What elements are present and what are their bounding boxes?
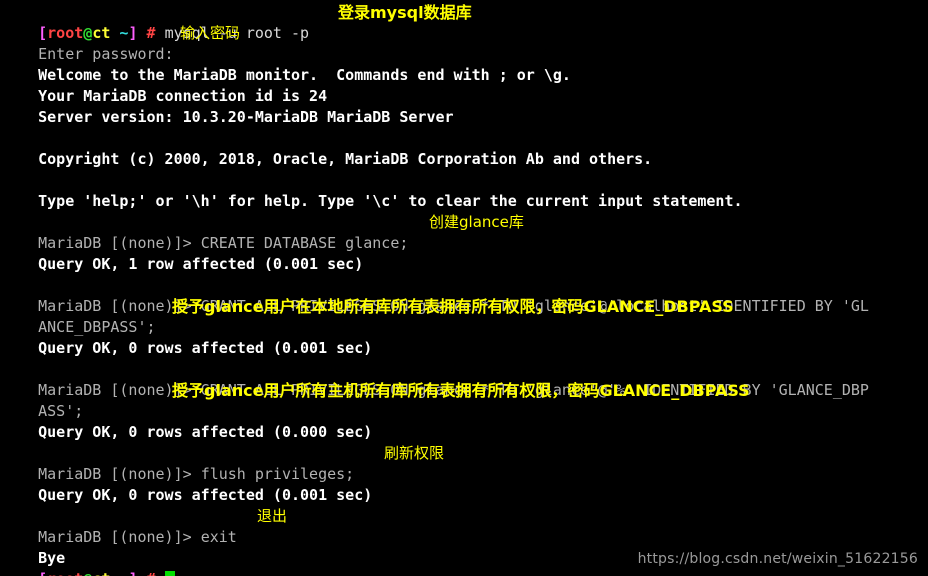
- terminal-line-server-version: Server version: 10.3.20-MariaDB MariaDB …: [2, 86, 928, 126]
- terminal-line-bye: Bye: [2, 527, 928, 567]
- text-cursor[interactable]: [164, 571, 175, 576]
- annotation-flush-privileges: 刷新权限: [384, 444, 445, 462]
- terminal-line-result-grant-localhost: Query OK, 0 rows affected (0.001 sec): [2, 317, 928, 357]
- terminal-blank-6: [2, 422, 928, 443]
- annotation-login-mysql: 登录mysql数据库: [338, 3, 472, 22]
- terminal-window[interactable]: [root@ct ~] # mysql -u root -p 登录mysql数据…: [0, 0, 928, 576]
- terminal-line-welcome: Welcome to the MariaDB monitor. Commands…: [2, 44, 928, 84]
- terminal-line-result-flush: Query OK, 0 rows affected (0.001 sec): [2, 464, 928, 504]
- terminal-line-copyright: Copyright (c) 2000, 2018, Oracle, MariaD…: [2, 128, 928, 168]
- annotation-grant-localhost: 授予glance用户在本地所有库所有表拥有所有权限，密码GLANCE_DBPAS…: [172, 297, 734, 316]
- terminal-line-help-hint: Type 'help;' or '\h' for help. Type '\c'…: [2, 170, 928, 210]
- prompt-user-final: root: [47, 570, 83, 576]
- terminal-blank-1: [2, 107, 928, 128]
- prompt-space-final-2: [156, 570, 165, 576]
- prompt-space-final: [137, 570, 146, 576]
- prompt-host-final: ct: [92, 570, 110, 576]
- terminal-blank-5: [2, 338, 928, 359]
- terminal-line-result-grant-any: Query OK, 0 rows affected (0.000 sec): [2, 401, 928, 441]
- annotation-input-password: 输入密码: [180, 24, 241, 42]
- terminal-line-command-mysql: [root@ct ~] # mysql -u root -p 登录mysql数据…: [2, 2, 928, 42]
- prompt-path-final: ~: [110, 570, 128, 576]
- terminal-line-result-create-database: Query OK, 1 row affected (0.001 sec): [2, 233, 928, 273]
- terminal-line-enter-password: Enter password: 输入密码: [2, 23, 928, 63]
- terminal-blank-4: [2, 254, 928, 275]
- terminal-line-create-database: MariaDB [(none)]> CREATE DATABASE glance…: [2, 212, 928, 252]
- prompt-at-symbol-final: @: [83, 570, 92, 576]
- prompt-open-bracket-final: [: [38, 570, 47, 576]
- terminal-line-grant-localhost-part2: ANCE_DBPASS'; 授予glance用户在本地所有库所有表拥有所有权限，…: [2, 296, 928, 336]
- terminal-line-grant-any-part1: MariaDB [(none)]> GRANT ALL PRIVILEGES O…: [2, 359, 928, 399]
- terminal-line-grant-any-part2: ASS'; 授予glance用户所有主机所有库所有表拥有所有权限，密码GLANC…: [2, 380, 928, 420]
- terminal-blank-3: [2, 191, 928, 212]
- terminal-blank-7: [2, 485, 928, 506]
- annotation-grant-any-host: 授予glance用户所有主机所有库所有表拥有所有权限，密码GLANCE_DBPA…: [172, 381, 750, 400]
- terminal-line-connection-id: Your MariaDB connection id is 24: [2, 65, 928, 105]
- annotation-exit: 退出: [257, 507, 288, 525]
- prompt-hash-final: #: [147, 570, 156, 576]
- terminal-line-grant-localhost-part1: MariaDB [(none)]> GRANT ALL PRIVILEGES O…: [2, 275, 928, 315]
- terminal-blank-2: [2, 149, 928, 170]
- terminal-line-exit: MariaDB [(none)]> exit 退出: [2, 506, 928, 546]
- annotation-create-glance-db: 创建glance库: [429, 213, 524, 231]
- terminal-line-flush-privileges: MariaDB [(none)]> flush privileges; 刷新权限: [2, 443, 928, 483]
- watermark-url: https://blog.csdn.net/weixin_51622156: [637, 551, 918, 567]
